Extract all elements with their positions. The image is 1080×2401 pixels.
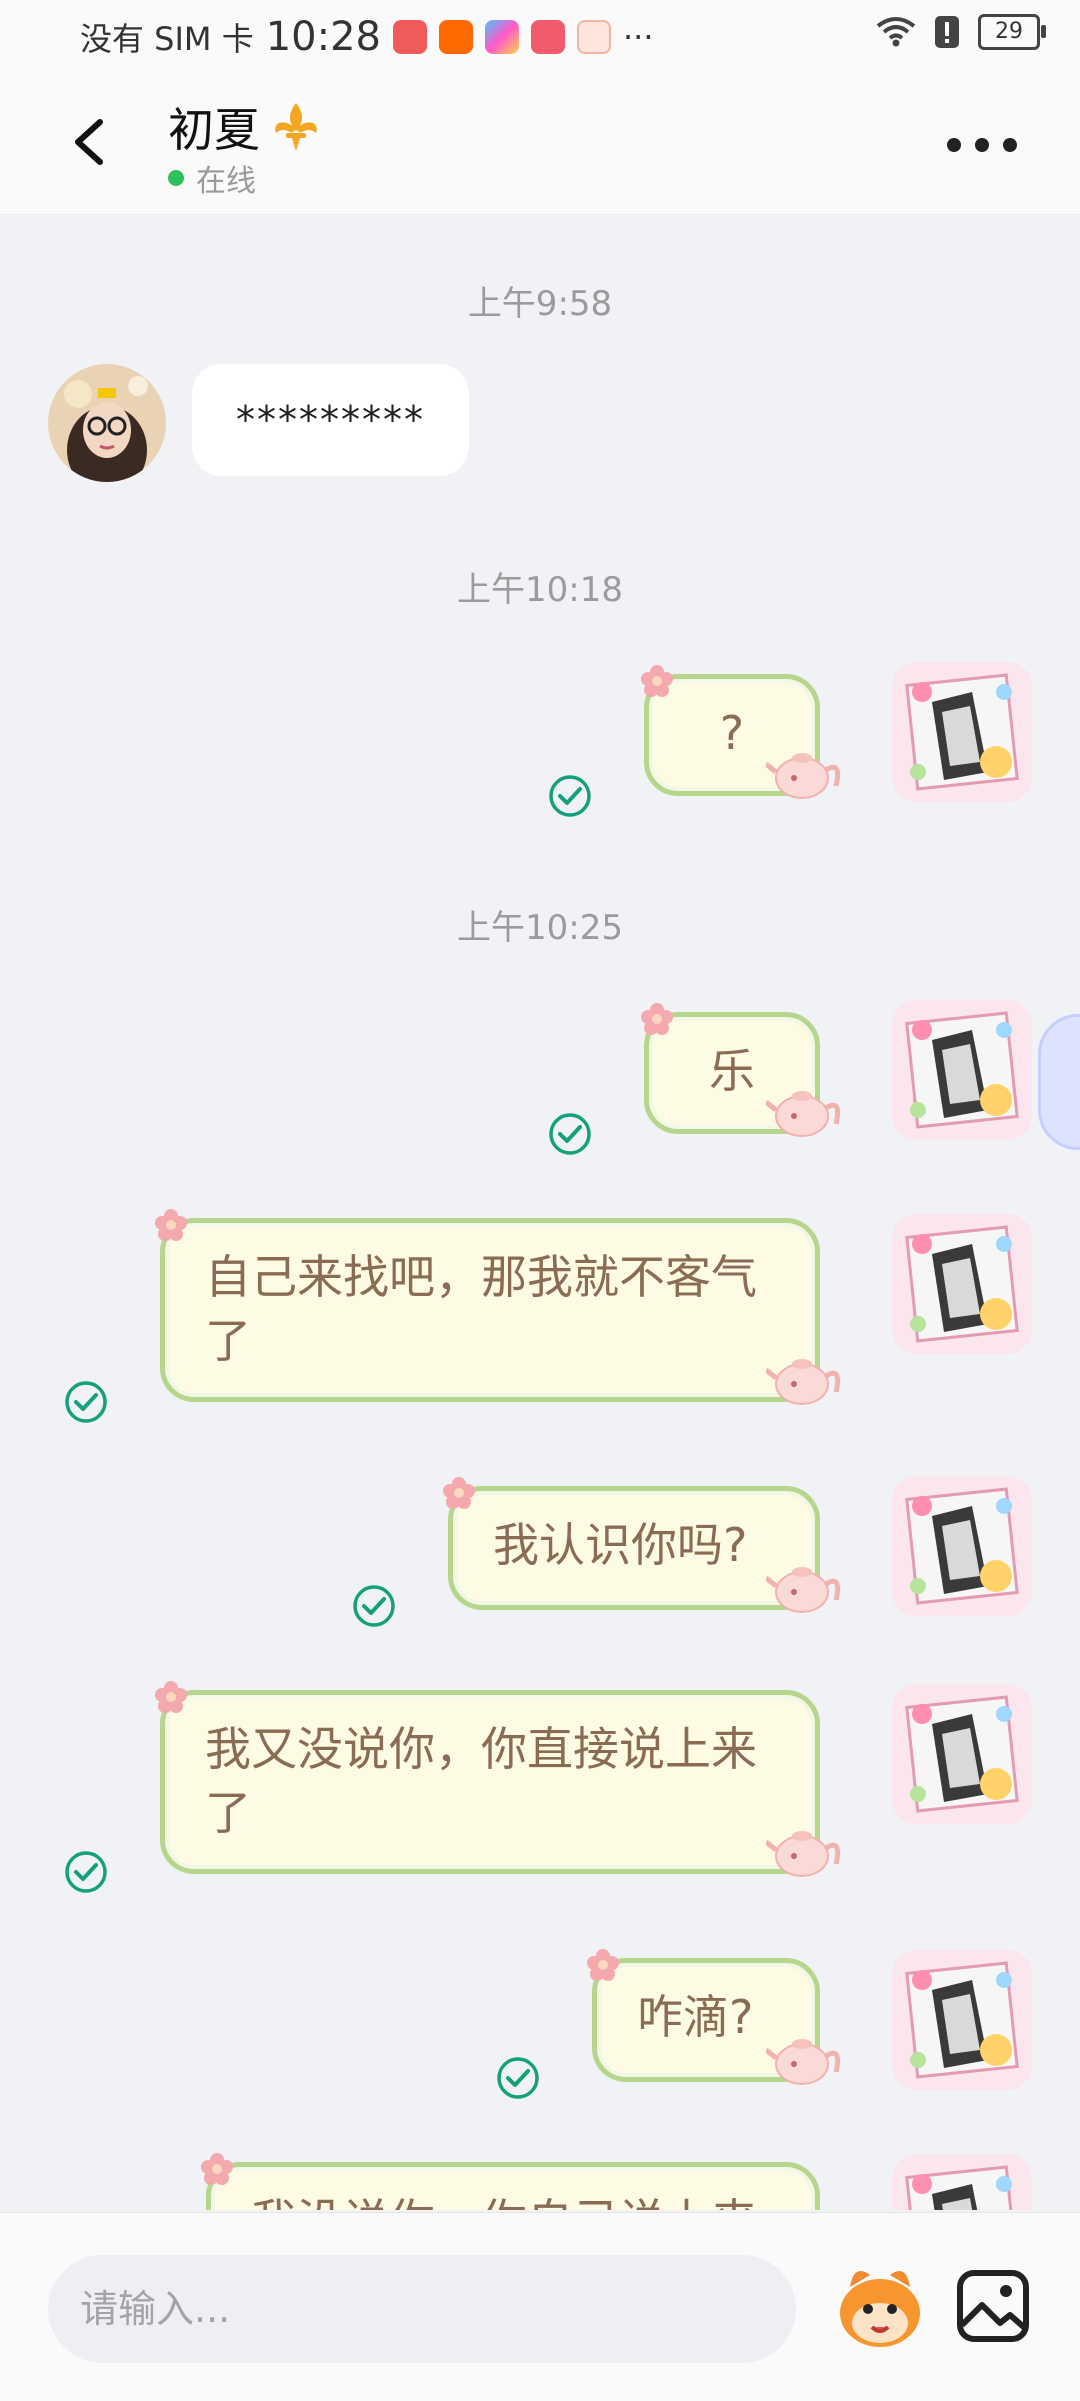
contact-name: 初夏 (168, 103, 260, 157)
my-avatar[interactable] (892, 1000, 1032, 1140)
read-check-icon (497, 2057, 539, 2099)
flower-decoration-icon (155, 1681, 187, 1713)
message-text: 咋滴? (637, 1990, 754, 2044)
teapot-decoration-icon (766, 1556, 844, 1618)
message-text: 我没说你，你自己说上来 (251, 2194, 757, 2210)
sticker-emoji-button[interactable] (830, 2257, 930, 2357)
image-picker-button[interactable] (956, 2269, 1030, 2343)
online-dot-icon (168, 170, 184, 186)
read-check-icon (353, 1585, 395, 1627)
my-avatar[interactable] (892, 1950, 1032, 2090)
contact-name-row[interactable]: 初夏 (168, 94, 324, 160)
alert-icon (935, 16, 959, 48)
incoming-message-bubble[interactable]: ********* (192, 364, 469, 476)
app-notification-icon (531, 20, 565, 54)
message-text: ? (719, 706, 745, 760)
my-avatar[interactable] (892, 1684, 1032, 1824)
flower-decoration-icon (641, 665, 673, 697)
outgoing-message-bubble[interactable]: 我没说你，你自己说上来 (206, 2162, 820, 2210)
app-notification-icon (439, 20, 473, 54)
avatar-image (48, 364, 166, 482)
message-text: 乐 (709, 1044, 755, 1098)
teapot-decoration-icon (766, 1080, 844, 1142)
teapot-decoration-icon (766, 1348, 844, 1410)
app-notification-icon (485, 20, 519, 54)
online-status: 在线 (168, 156, 256, 200)
chat-message-list[interactable]: 上午9:58 ********* 上午10:18 ? 上午10:25 乐 自己来… (0, 214, 1080, 2210)
read-check-icon (65, 1381, 107, 1423)
status-time: 10:28 (265, 14, 381, 60)
flower-decoration-icon (443, 1477, 475, 1509)
chat-header: 初夏 在线 (0, 72, 1080, 215)
read-check-icon (549, 1113, 591, 1155)
online-status-text: 在线 (196, 164, 256, 199)
fleur-de-lis-icon (275, 103, 317, 151)
carrier-text: 没有 SIM 卡 (80, 20, 254, 58)
flower-decoration-icon (201, 2153, 233, 2185)
app-notification-icon (393, 20, 427, 54)
battery-icon: 29 (978, 14, 1046, 50)
teapot-decoration-icon (766, 742, 844, 804)
contact-avatar[interactable] (48, 364, 166, 482)
flower-decoration-icon (587, 1949, 619, 1981)
my-avatar[interactable] (892, 662, 1032, 802)
outgoing-message-bubble[interactable]: 我认识你吗? (448, 1486, 820, 1610)
timestamp: 上午10:18 (457, 570, 623, 610)
message-input[interactable] (48, 2255, 796, 2363)
read-check-icon (549, 775, 591, 817)
teapot-decoration-icon (766, 2028, 844, 2090)
outgoing-message-bubble[interactable]: 我又没说你，你直接说上来了 (160, 1690, 820, 1874)
message-input-bar (0, 2212, 1080, 2401)
status-right: 29 (876, 14, 1046, 50)
read-check-icon (65, 1851, 107, 1893)
flower-decoration-icon (641, 1003, 673, 1035)
more-notifications-icon: ··· (623, 18, 654, 56)
my-avatar[interactable] (892, 2154, 1032, 2210)
app-notification-icon (577, 20, 611, 54)
teapot-decoration-icon (766, 1820, 844, 1882)
wifi-icon (876, 17, 916, 47)
more-options-button[interactable] (942, 130, 1022, 160)
status-left: 没有 SIM 卡 10:28 ··· (80, 14, 654, 60)
outgoing-message-bubble[interactable]: 自己来找吧，那我就不客气了 (160, 1218, 820, 1402)
status-bar: 没有 SIM 卡 10:28 ··· 29 (0, 0, 1080, 72)
floating-edge-tab[interactable] (1038, 1014, 1080, 1150)
timestamp: 上午10:25 (457, 908, 623, 948)
back-button[interactable] (60, 112, 120, 172)
message-text: 自己来找吧，那我就不客气了 (205, 1250, 757, 1368)
message-text: 我认识你吗? (493, 1518, 748, 1572)
my-avatar[interactable] (892, 1214, 1032, 1354)
timestamp: 上午9:58 (467, 284, 613, 324)
message-text: 我又没说你，你直接说上来了 (205, 1722, 757, 1840)
flower-decoration-icon (155, 1209, 187, 1241)
message-text: ********* (236, 398, 425, 442)
my-avatar[interactable] (892, 1476, 1032, 1616)
